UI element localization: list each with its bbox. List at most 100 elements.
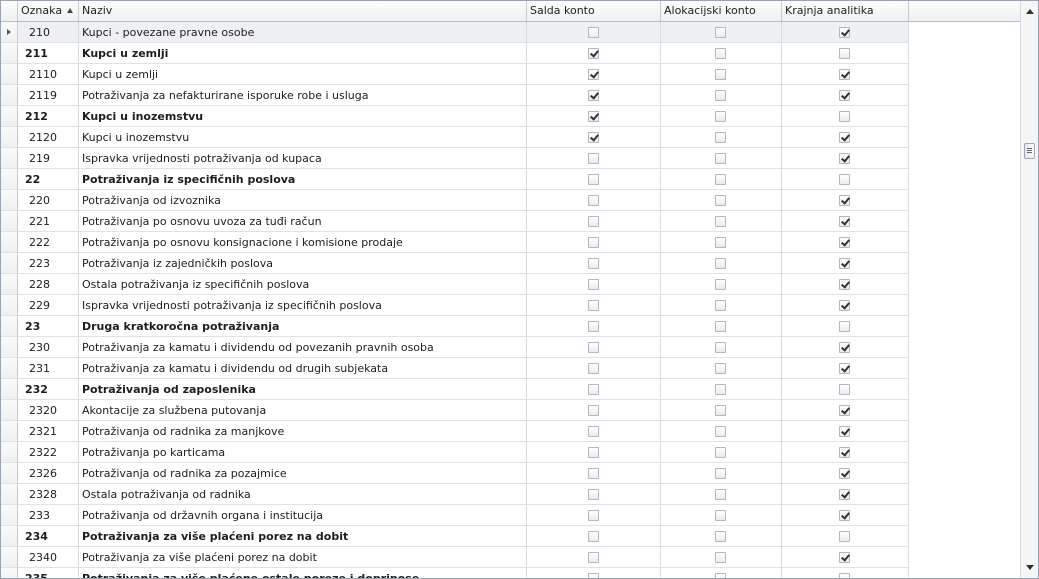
- cell-krajnja-analitika[interactable]: [782, 211, 909, 232]
- table-row[interactable]: 2119 Potraživanja za nefakturirane isporu…: [1, 85, 1022, 106]
- alokacijski-konto-checkbox[interactable]: [715, 300, 726, 311]
- cell-salda-konto[interactable]: [527, 253, 661, 274]
- row-indicator[interactable]: [1, 568, 18, 578]
- cell-oznaka[interactable]: 23: [18, 316, 79, 337]
- cell-alokacijski-konto[interactable]: [661, 169, 782, 190]
- row-indicator[interactable]: [1, 43, 18, 64]
- cell-alokacijski-konto[interactable]: [661, 505, 782, 526]
- cell-alokacijski-konto[interactable]: [661, 106, 782, 127]
- cell-naziv[interactable]: Kupci u zemlji: [79, 64, 527, 85]
- cell-oznaka[interactable]: 220: [18, 190, 79, 211]
- cell-alokacijski-konto[interactable]: [661, 358, 782, 379]
- cell-krajnja-analitika[interactable]: [782, 85, 909, 106]
- cell-krajnja-analitika[interactable]: [782, 64, 909, 85]
- vertical-scrollbar[interactable]: [1020, 1, 1038, 578]
- cell-oznaka[interactable]: 2328: [18, 484, 79, 505]
- alokacijski-konto-checkbox[interactable]: [715, 573, 726, 578]
- table-row[interactable]: 220 Potraživanja od izvoznika: [1, 190, 1022, 211]
- cell-salda-konto[interactable]: [527, 295, 661, 316]
- alokacijski-konto-checkbox[interactable]: [715, 216, 726, 227]
- table-row[interactable]: 2322 Potraživanja po karticama: [1, 442, 1022, 463]
- salda-konto-checkbox[interactable]: [587, 363, 599, 374]
- alokacijski-konto-checkbox[interactable]: [715, 384, 726, 395]
- salda-konto-checkbox[interactable]: [587, 552, 599, 563]
- krajnja-analitika-checkbox[interactable]: [839, 489, 850, 500]
- cell-salda-konto[interactable]: [527, 22, 661, 43]
- cell-alokacijski-konto[interactable]: [661, 568, 782, 578]
- cell-salda-konto[interactable]: [527, 64, 661, 85]
- krajnja-analitika-checkbox[interactable]: [839, 573, 850, 578]
- table-row[interactable]: 22 Potraživanja iz specifičnih poslova: [1, 169, 1022, 190]
- cell-oznaka[interactable]: 221: [18, 211, 79, 232]
- krajnja-analitika-checkbox[interactable]: [839, 279, 850, 290]
- salda-konto-checkbox[interactable]: [587, 258, 599, 269]
- alokacijski-konto-checkbox[interactable]: [715, 363, 726, 374]
- cell-naziv[interactable]: Potraživanja za više plaćene ostale pore…: [79, 568, 527, 578]
- table-row[interactable]: 233 Potraživanja od državnih organa i ins…: [1, 505, 1022, 526]
- cell-naziv[interactable]: Ispravka vrijednosti potraživanja iz spe…: [79, 295, 527, 316]
- table-row[interactable]: 234 Potraživanja za više plaćeni porez na…: [1, 526, 1022, 547]
- table-row[interactable]: 229 Ispravka vrijednosti potraživanja iz …: [1, 295, 1022, 316]
- cell-alokacijski-konto[interactable]: [661, 190, 782, 211]
- table-row[interactable]: 2320 Akontacije za službena putovanja: [1, 400, 1022, 421]
- table-row[interactable]: 230 Potraživanja za kamatu i dividendu od…: [1, 337, 1022, 358]
- cell-oznaka[interactable]: 228: [18, 274, 79, 295]
- row-indicator[interactable]: [1, 547, 18, 568]
- cell-krajnja-analitika[interactable]: [782, 232, 909, 253]
- cell-naziv[interactable]: Potraživanja za kamatu i dividendu od dr…: [79, 358, 527, 379]
- cell-oznaka[interactable]: 2326: [18, 463, 79, 484]
- alokacijski-konto-checkbox[interactable]: [715, 258, 726, 269]
- krajnja-analitika-checkbox[interactable]: [839, 174, 850, 185]
- salda-konto-checkbox[interactable]: [587, 174, 599, 185]
- cell-oznaka[interactable]: 229: [18, 295, 79, 316]
- krajnja-analitika-checkbox[interactable]: [839, 426, 850, 437]
- row-indicator[interactable]: [1, 106, 18, 127]
- cell-naziv[interactable]: Kupci u inozemstvu: [79, 106, 527, 127]
- alokacijski-konto-checkbox[interactable]: [715, 510, 726, 521]
- row-indicator[interactable]: [1, 337, 18, 358]
- cell-oznaka[interactable]: 2320: [18, 400, 79, 421]
- cell-alokacijski-konto[interactable]: [661, 337, 782, 358]
- cell-oznaka[interactable]: 210: [18, 22, 79, 43]
- alokacijski-konto-checkbox[interactable]: [715, 468, 726, 479]
- row-indicator[interactable]: [1, 64, 18, 85]
- cell-oznaka[interactable]: 2120: [18, 127, 79, 148]
- salda-konto-checkbox[interactable]: [587, 342, 599, 353]
- cell-naziv[interactable]: Potraživanja od radnika za manjkove: [79, 421, 527, 442]
- cell-krajnja-analitika[interactable]: [782, 442, 909, 463]
- cell-naziv[interactable]: Potraživanja za više plaćeni porez na do…: [79, 526, 527, 547]
- row-indicator[interactable]: [1, 526, 18, 547]
- alokacijski-konto-checkbox[interactable]: [715, 69, 726, 80]
- table-row[interactable]: 222 Potraživanja po osnovu konsignacione …: [1, 232, 1022, 253]
- table-row[interactable]: 223 Potraživanja iz zajedničkih poslova: [1, 253, 1022, 274]
- scroll-down-arrow-icon[interactable]: [1021, 559, 1038, 576]
- salda-konto-checkbox[interactable]: [587, 573, 599, 578]
- cell-naziv[interactable]: Potraživanja iz specifičnih poslova: [79, 169, 527, 190]
- cell-krajnja-analitika[interactable]: [782, 568, 909, 578]
- cell-salda-konto[interactable]: [527, 43, 661, 64]
- table-row[interactable]: 210 Kupci - povezane pravne osobe: [1, 22, 1022, 43]
- alokacijski-konto-checkbox[interactable]: [715, 405, 726, 416]
- salda-konto-checkbox[interactable]: [587, 468, 599, 479]
- table-row[interactable]: 235 Potraživanja za više plaćene ostale p…: [1, 568, 1022, 578]
- salda-konto-checkbox[interactable]: [587, 27, 599, 38]
- krajnja-analitika-checkbox[interactable]: [839, 468, 850, 479]
- cell-krajnja-analitika[interactable]: [782, 547, 909, 568]
- cell-oznaka[interactable]: 230: [18, 337, 79, 358]
- cell-alokacijski-konto[interactable]: [661, 127, 782, 148]
- cell-salda-konto[interactable]: [527, 274, 661, 295]
- row-indicator[interactable]: [1, 421, 18, 442]
- alokacijski-konto-checkbox[interactable]: [715, 153, 726, 164]
- column-header-alokacijski-konto[interactable]: Alokacijski konto: [661, 1, 782, 21]
- alokacijski-konto-checkbox[interactable]: [715, 90, 726, 101]
- cell-oznaka[interactable]: 2119: [18, 85, 79, 106]
- scroll-up-arrow-icon[interactable]: [1021, 3, 1038, 20]
- cell-salda-konto[interactable]: [527, 484, 661, 505]
- table-row[interactable]: 232 Potraživanja od zaposlenika: [1, 379, 1022, 400]
- alokacijski-konto-checkbox[interactable]: [715, 321, 726, 332]
- cell-alokacijski-konto[interactable]: [661, 85, 782, 106]
- cell-krajnja-analitika[interactable]: [782, 400, 909, 421]
- cell-alokacijski-konto[interactable]: [661, 22, 782, 43]
- row-indicator[interactable]: [1, 232, 18, 253]
- cell-salda-konto[interactable]: [527, 442, 661, 463]
